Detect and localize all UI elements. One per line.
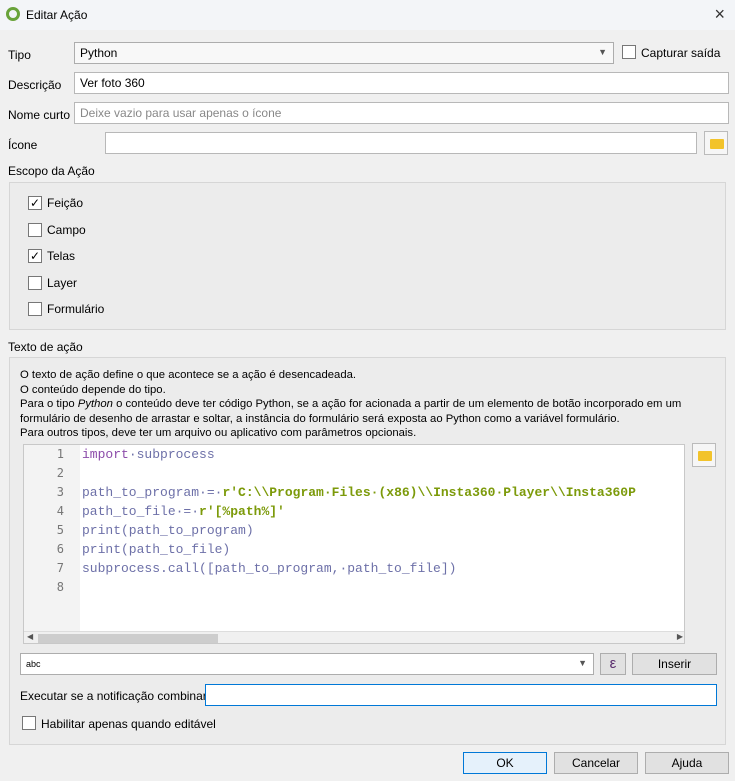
scope-label: Campo (47, 222, 86, 237)
scroll-thumb[interactable] (38, 634, 218, 643)
icone-input[interactable] (105, 132, 697, 154)
close-icon[interactable]: × (714, 4, 725, 25)
scope-label: Layer (47, 275, 78, 290)
scope-checkbox[interactable] (28, 302, 42, 316)
tipo-select[interactable]: Python ▼ (74, 42, 614, 64)
code-string: r'C:\\Program·Files·(x86)\\Insta360·Play… (222, 485, 636, 500)
field-select[interactable]: abc ▼ (20, 653, 594, 675)
code-text: path_to_file·=· (82, 504, 200, 519)
capturar-checkbox[interactable] (622, 45, 636, 59)
desc-line: O conteúdo depende do tipo. (20, 383, 166, 396)
code-line: print(path_to_program) (82, 523, 254, 538)
code-text: ·subprocess (128, 447, 215, 462)
editable-checkbox[interactable] (22, 716, 36, 730)
line-number: 4 (56, 504, 64, 518)
desc-text: Para o tipo (20, 398, 78, 410)
code-text: print(path_to_program) (82, 523, 254, 538)
scope-label: Feição (47, 196, 84, 210)
notif-input[interactable] (205, 684, 717, 706)
scope-checkbox[interactable]: ✓ (28, 249, 42, 263)
code-line: import·subprocess (82, 447, 215, 462)
editable-label: Habilitar apenas quando editável (41, 717, 216, 731)
action-description: O texto de ação define o que acontece se… (20, 368, 681, 441)
desc-text: o conteúdo deve ter código Python, se a … (112, 398, 682, 410)
tipo-label: Tipo (8, 48, 31, 62)
scroll-right-icon[interactable]: ▶ (677, 632, 683, 641)
scope-group (9, 182, 726, 330)
icone-label: Ícone (8, 138, 38, 152)
scope-checkbox[interactable] (28, 275, 42, 290)
tipo-value: Python (80, 46, 118, 60)
code-text: subprocess.call([path_to_program,·path_t… (82, 561, 457, 576)
folder-icon[interactable] (704, 131, 728, 155)
code-text: print(path_to_file) (82, 542, 231, 557)
scroll-left-icon[interactable]: ◀ (27, 632, 33, 641)
chevron-down-icon: ▼ (578, 658, 587, 668)
title-bar (0, 0, 735, 30)
code-editor[interactable]: 1 import·subprocess 2 3 path_to_program·=·r'… (23, 444, 685, 644)
help-button[interactable]: Ajuda (645, 752, 729, 774)
code-line: subprocess.call([path_to_program,·path_t… (82, 561, 456, 576)
code-folder-icon[interactable] (692, 443, 716, 467)
horizontal-scrollbar[interactable]: ◀ ▶ (24, 631, 684, 643)
notif-label: Executar se a notificação combinar (20, 689, 207, 703)
desc-line: Para o tipo Python o conteúdo deve ter c… (20, 397, 681, 412)
desc-em: Python (77, 398, 113, 410)
scope-checkbox[interactable] (28, 222, 42, 237)
scope-label: Formulário (47, 302, 105, 316)
line-number: 3 (56, 485, 64, 499)
scope-label: Telas (47, 249, 76, 263)
insert-button[interactable]: Inserir (632, 653, 717, 675)
action-title: Texto de ação (8, 340, 83, 354)
code-text: path_to_program·=· (82, 485, 223, 500)
field-value: abc (26, 659, 41, 669)
descricao-input[interactable]: Ver foto 360 (74, 72, 729, 94)
line-number: 2 (56, 466, 64, 480)
code-string: r'[%path%]' (199, 504, 285, 519)
cancel-button[interactable]: Cancelar (554, 752, 638, 774)
nome-curto-label: Nome curto (8, 108, 71, 122)
line-number: 7 (56, 561, 64, 575)
line-number: 6 (56, 542, 64, 556)
window-title: Editar Ação (26, 8, 88, 22)
code-line: path_to_program·=·r'C:\\Program·Files·(x… (82, 485, 636, 500)
capturar-label: Capturar saída (641, 46, 721, 60)
scope-checkbox[interactable]: ✓ (28, 196, 42, 210)
line-number: 5 (56, 523, 64, 537)
desc-line: formulário de desenho de arrastar e solt… (20, 412, 620, 425)
qgis-logo-icon (6, 7, 20, 21)
code-keyword: import (82, 447, 129, 462)
line-number: 8 (56, 580, 64, 594)
descricao-label: Descrição (8, 78, 62, 92)
nome-curto-input[interactable]: Deixe vazio para usar apenas o ícone (74, 102, 729, 124)
line-number: 1 (56, 447, 64, 461)
code-line: print(path_to_file) (82, 542, 230, 557)
code-line: path_to_file·=·r'[%path%]' (82, 504, 285, 519)
desc-line: Para outros tipos, deve ter um arquivo o… (20, 427, 417, 439)
expression-button[interactable]: ε (600, 653, 626, 675)
desc-line: O texto de ação define o que acontece se… (20, 369, 357, 381)
ok-button[interactable]: OK (463, 752, 547, 774)
chevron-down-icon: ▼ (598, 47, 607, 57)
scope-title: Escopo da Ação (8, 164, 95, 178)
